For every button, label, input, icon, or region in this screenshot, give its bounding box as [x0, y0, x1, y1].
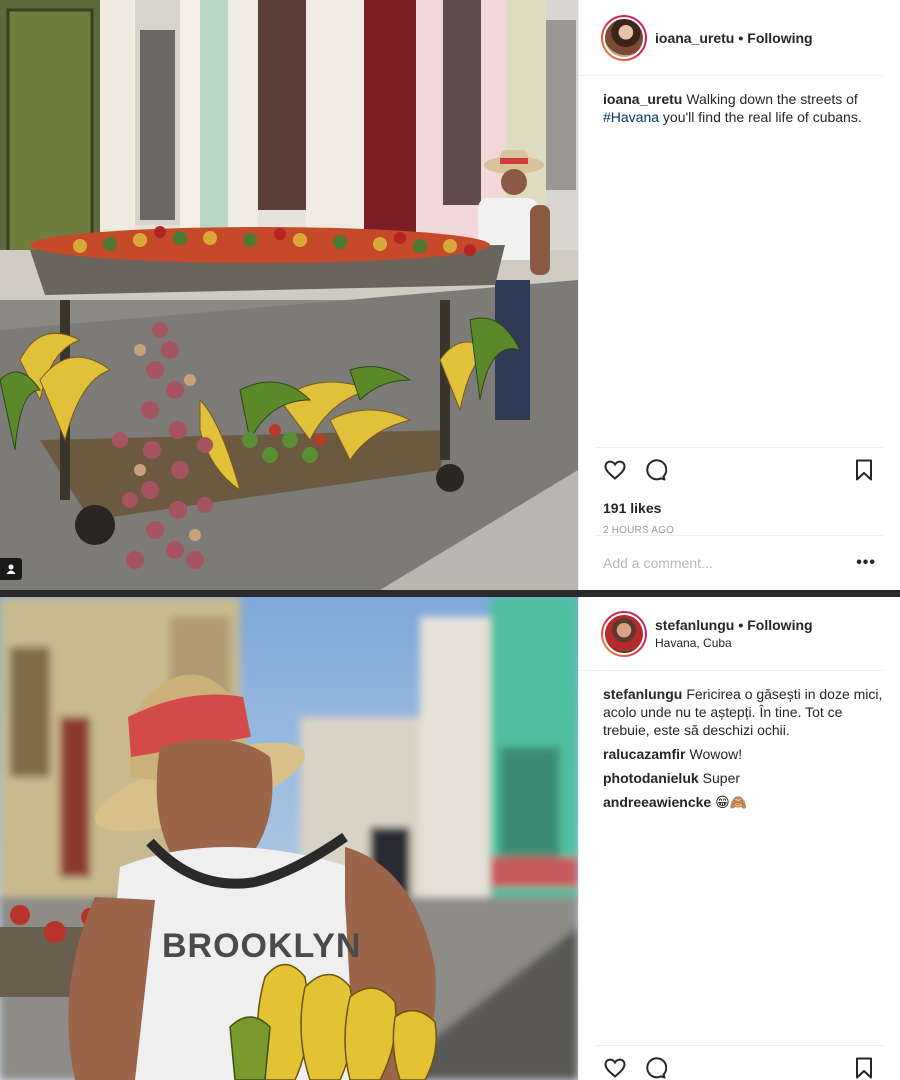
avatar[interactable]	[601, 610, 647, 657]
more-options-icon[interactable]: •••	[856, 554, 876, 572]
caption: stefanlungu Fericirea o găsești in doze m…	[603, 685, 884, 739]
likes-count[interactable]: 191 likes	[603, 500, 876, 516]
post-2-photo[interactable]: BROOKLYN	[0, 597, 578, 1080]
comment-username-link[interactable]: photodanieluk	[603, 770, 699, 786]
following-button[interactable]: Following	[747, 617, 812, 633]
tagged-user-icon[interactable]	[0, 558, 22, 580]
caption-section: ioana_uretu Walking down the streets of #…	[603, 90, 884, 132]
location-link[interactable]: Havana, Cuba	[655, 636, 813, 650]
separator-dot: •	[738, 29, 744, 46]
post-divider	[0, 590, 900, 597]
post-2-sidebar: stefanlungu • Following Havana, Cuba ste…	[578, 597, 900, 1080]
post-1-sidebar: ioana_uretu • Following ioana_uretu Walki…	[578, 0, 900, 590]
comment-text: 😁🙈	[715, 794, 748, 810]
post-1-photo[interactable]	[0, 0, 578, 590]
street-vendor-cart-photo	[0, 0, 578, 590]
comment-item: photodanieluk Super	[603, 769, 884, 787]
add-comment-bar: •••	[595, 535, 884, 590]
following-button[interactable]: Following	[747, 30, 812, 46]
comment-bubble-icon[interactable]	[643, 458, 667, 482]
comment-item: andreeawiencke 😁🙈	[603, 793, 884, 811]
username-link[interactable]: ioana_uretu	[655, 30, 734, 46]
post-1: ioana_uretu • Following ioana_uretu Walki…	[0, 0, 900, 590]
caption-username-link[interactable]: stefanlungu	[603, 686, 682, 702]
caption-text-after: you'll find the real life of cubans.	[659, 109, 862, 125]
post-actions: 191 likes 2 HOURS AGO	[595, 447, 884, 536]
separator-dot: •	[738, 617, 744, 633]
shirt-print-text: BROOKLYN	[162, 927, 361, 965]
post-header: stefanlungu • Following Havana, Cuba	[579, 597, 884, 671]
post-header: ioana_uretu • Following	[579, 0, 884, 76]
caption-username-link[interactable]: ioana_uretu	[603, 91, 682, 107]
comment-username-link[interactable]: andreeawiencke	[603, 794, 711, 810]
comment-text: Wowow!	[689, 746, 743, 762]
comment-item: ralucazamfir Wowow!	[603, 745, 884, 763]
comment-username-link[interactable]: ralucazamfir	[603, 746, 685, 762]
avatar[interactable]	[601, 14, 647, 61]
bookmark-icon[interactable]	[852, 1056, 876, 1080]
caption: ioana_uretu Walking down the streets of #…	[603, 90, 884, 126]
comment-text: Super	[702, 770, 741, 786]
caption-text-before: Walking down the streets of	[686, 91, 858, 107]
comment-bubble-icon[interactable]	[643, 1056, 667, 1080]
post-2: BROOKLYN stefanlungu • Following Havana,…	[0, 597, 900, 1080]
comments-section: stefanlungu Fericirea o găsești in doze m…	[603, 685, 884, 817]
like-heart-icon[interactable]	[603, 1056, 627, 1080]
bookmark-icon[interactable]	[852, 458, 876, 482]
vendor-portrait-photo: BROOKLYN	[0, 597, 578, 1080]
hashtag-link[interactable]: #Havana	[603, 109, 659, 125]
like-heart-icon[interactable]	[603, 458, 627, 482]
add-comment-input[interactable]	[603, 555, 857, 571]
post-actions	[595, 1045, 884, 1080]
username-link[interactable]: stefanlungu	[655, 617, 734, 633]
